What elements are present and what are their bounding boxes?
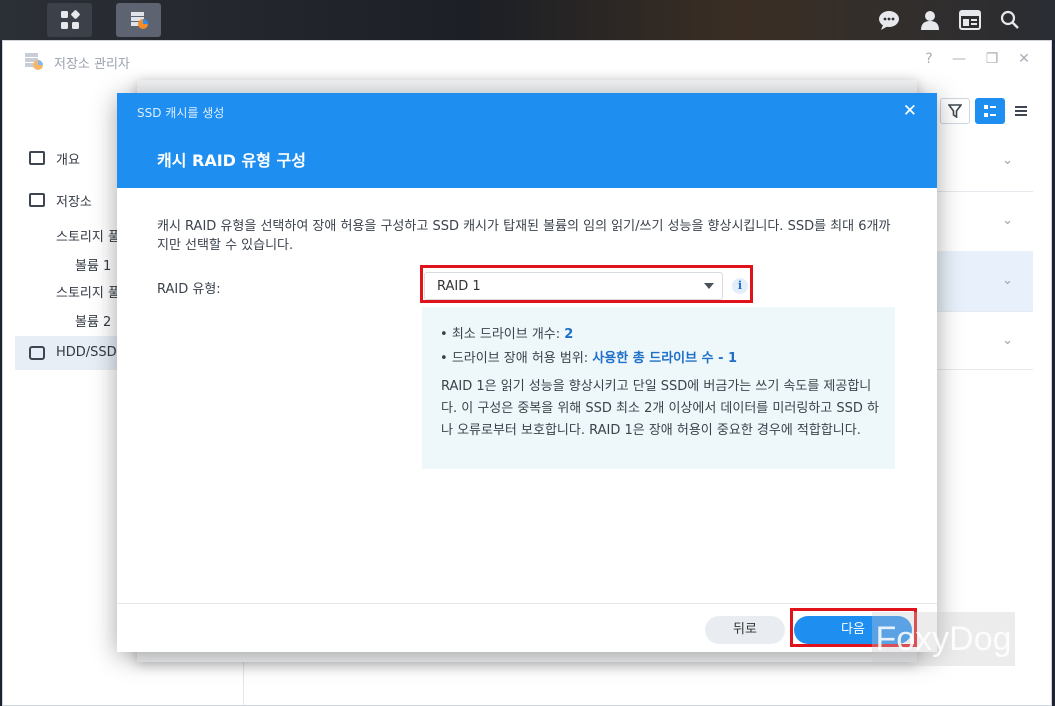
card-view-button[interactable]	[975, 98, 1005, 124]
list-item[interactable]: ⌄	[933, 191, 1033, 252]
dialog-caption: SSD 캐시를 생성	[137, 106, 225, 120]
maximize-button[interactable]: ❐	[982, 51, 1002, 67]
chat-icon	[879, 11, 899, 30]
search-button[interactable]	[992, 0, 1028, 40]
window-title: 저장소 관리자	[54, 57, 130, 72]
min-drives-value: 2	[564, 327, 574, 342]
storage-manager-taskbar-button[interactable]	[116, 3, 161, 37]
main-menu-button[interactable]	[47, 3, 92, 37]
widgets-icon	[959, 10, 981, 30]
filter-icon	[948, 104, 962, 118]
taskbar	[0, 0, 1055, 40]
fault-tolerance-line: • 드라이브 장애 허용 범위: 사용한 총 드라이브 수 - 1	[440, 351, 738, 366]
chevron-down-icon: ⌄	[1002, 213, 1013, 228]
list-item[interactable]: ⌄	[933, 251, 1033, 312]
user-icon	[921, 11, 939, 30]
dialog-title: 캐시 RAID 유형 구성	[157, 151, 306, 170]
minimize-button[interactable]: —	[949, 51, 969, 67]
raid-select-highlight	[420, 265, 753, 303]
filter-button[interactable]	[940, 98, 970, 124]
close-icon[interactable]: ✕	[903, 101, 917, 121]
storage-icon	[29, 193, 45, 207]
back-button[interactable]: 뒤로	[705, 616, 785, 644]
sidebar-item-label: 개요	[56, 153, 80, 168]
sidebar-item-storage-pool-2[interactable]: 스토리지 풀	[56, 282, 120, 301]
fault-tolerance-value: 사용한 총 드라이브 수 - 1	[592, 351, 738, 366]
list-item[interactable]: ⌄	[933, 129, 1033, 192]
ssd-cache-wizard-dialog: SSD 캐시를 생성 ✕ 캐시 RAID 유형 구성 캐시 RAID 유형을 선…	[117, 93, 937, 652]
min-drives-line: • 최소 드라이브 개수: 2	[440, 327, 574, 342]
help-button[interactable]: ?	[919, 51, 939, 67]
raid-type-label: RAID 유형:	[157, 282, 221, 297]
user-button[interactable]	[912, 0, 948, 40]
chat-button[interactable]	[871, 0, 907, 40]
raid-info-box: • 최소 드라이브 개수: 2 • 드라이브 장애 허용 범위: 사용한 총 드…	[422, 307, 895, 469]
chevron-down-icon: ⌄	[1002, 333, 1013, 348]
search-icon	[1000, 10, 1019, 29]
close-window-button[interactable]: ✕	[1014, 51, 1034, 67]
card-view-icon	[984, 105, 996, 117]
fault-tolerance-label: 드라이브 장애 허용 범위:	[451, 351, 589, 366]
chevron-down-icon: ⌄	[1002, 153, 1013, 168]
sidebar-item-volume-1[interactable]: 볼륨 1	[75, 255, 111, 274]
list-item[interactable]: ⌄	[933, 311, 1033, 370]
min-drives-label: 최소 드라이브 개수:	[451, 327, 561, 342]
sidebar-item-volume-2[interactable]: 볼륨 2	[75, 311, 111, 330]
widgets-button[interactable]	[952, 0, 988, 40]
sidebar-item-label: 저장소	[56, 195, 92, 210]
raid-description: RAID 1은 읽기 성능을 향상시키고 단일 SSD에 버금가는 쓰기 속도를…	[441, 379, 879, 438]
hdd-icon	[29, 346, 45, 360]
sidebar-item-label: HDD/SSD	[56, 345, 117, 360]
dialog-header: SSD 캐시를 생성 ✕ 캐시 RAID 유형 구성	[117, 93, 937, 188]
sidebar-item-storage-pool-1[interactable]: 스토리지 풀	[56, 226, 120, 245]
overview-icon	[29, 151, 45, 165]
chevron-down-icon: ⌄	[1002, 273, 1013, 288]
list-view-icon	[1015, 106, 1027, 116]
list-view-button[interactable]	[1006, 98, 1036, 124]
storage-manager-icon	[25, 53, 43, 70]
dialog-description: 캐시 RAID 유형을 선택하여 장애 허용을 구성하고 SSD 캐시가 탑재된…	[157, 219, 891, 253]
storage-manager-icon	[130, 12, 148, 29]
watermark: FoxyDog	[872, 612, 1015, 666]
apps-grid-icon	[60, 10, 80, 29]
window-titlebar: 저장소 관리자 ? — ❐ ✕	[3, 41, 1051, 81]
